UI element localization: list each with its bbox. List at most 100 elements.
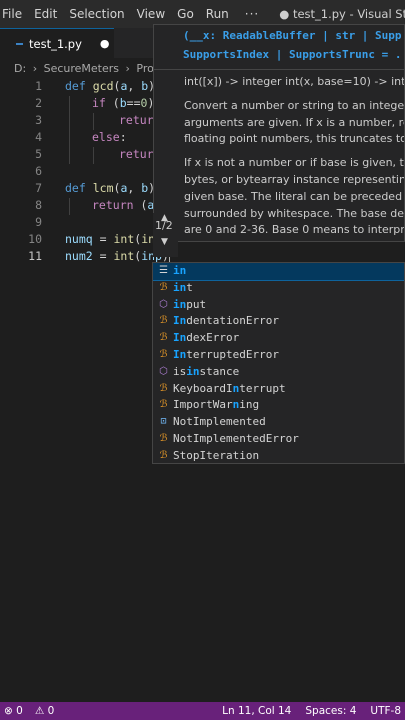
menu-view[interactable]: View [131, 7, 171, 21]
doc-line: bytes, or bytearray instance representin… [184, 172, 405, 186]
line-number: 5 [35, 147, 42, 161]
suggestion-item[interactable]: ℬ StopIteration [153, 448, 404, 463]
suggestion-item[interactable]: ⬡ isinstance [153, 364, 404, 381]
suggestion-text: put [186, 297, 207, 311]
code-token: def [65, 79, 86, 93]
line-number: 2 [35, 96, 42, 110]
suggestion-match: In [173, 331, 187, 345]
code-token: retur [119, 113, 154, 127]
code-token: retur [119, 147, 154, 161]
suggestion-match: In [173, 314, 187, 328]
suggestion-item[interactable]: ℬ InterruptedError [153, 347, 404, 364]
doc-line: surrounded by whitespace. The base defa [184, 206, 405, 220]
suggestion-text: NotImplemented [173, 431, 266, 445]
signature-overload-nav: ▲ 1/2 ▼ [153, 213, 178, 257]
indentation-setting[interactable]: Spaces: 4 [305, 705, 356, 717]
suggestion-text: ImportWar [173, 398, 233, 412]
doc-line: are 0 and 2-36. Base 0 means to interpre [184, 223, 405, 237]
class-icon: ℬ [159, 432, 168, 444]
keyword-icon: ☰ [159, 265, 168, 276]
unsaved-dot-icon[interactable]: ● [100, 37, 110, 50]
suggestion-text: ing [239, 398, 260, 412]
suggestion-item[interactable]: ℬ IndexError [153, 330, 404, 347]
code-line-7[interactable]: def lcm(a, b) [65, 180, 155, 197]
status-bar: ⊗ 0 ⚠ 0 Ln 11, Col 14 Spaces: 4 UTF-8 [0, 702, 405, 720]
line-number: 1 [35, 79, 42, 93]
suggestion-text: StopIteration [173, 448, 260, 462]
menu-selection[interactable]: Selection [63, 7, 130, 21]
line-number: 7 [35, 181, 42, 195]
suggestion-item[interactable]: ℬ IndentationError [153, 313, 404, 330]
chevron-down-icon[interactable]: ▼ [161, 237, 168, 247]
doc-line: floating point numbers, this truncates t… [184, 132, 405, 146]
suggestion-item[interactable]: ℬ NotImplementedError [153, 431, 404, 448]
function-icon: ⬡ [159, 298, 168, 310]
tab-test-1-py[interactable]: test_1.py ● [0, 28, 114, 58]
doc-line: If x is not a number or if base is given… [184, 156, 405, 170]
signature-help-popup: (__x: ReadableBuffer | str | Supp Suppor… [153, 24, 405, 242]
code-line-10[interactable]: numq = int(in [65, 231, 155, 248]
doc-line: arguments are given. If x is a number, r… [184, 115, 405, 129]
code-token: a [120, 79, 128, 93]
class-icon: ℬ [159, 332, 168, 344]
encoding-setting[interactable]: UTF-8 [370, 705, 401, 717]
doc-line: given base. The literal can be preceded … [184, 189, 405, 203]
menu-more-button[interactable]: ··· [235, 7, 269, 21]
menu-file[interactable]: File [0, 7, 28, 21]
code-token: numq [65, 232, 93, 246]
code-line-4[interactable]: else: [92, 129, 127, 146]
errors-indicator[interactable]: ⊗ 0 [4, 705, 23, 717]
signature-count: 1/2 [155, 219, 173, 232]
window-title: ● test_1.py - Visual St [279, 7, 405, 21]
menu-run[interactable]: Run [200, 7, 235, 21]
doc-summary: int([x]) -> integer int(x, base=10) -> i… [184, 75, 405, 88]
suggestion-match: in [173, 297, 187, 311]
menu-edit[interactable]: Edit [28, 7, 63, 21]
breadcrumb-folder[interactable]: SecureMeters [44, 62, 119, 75]
suggestion-match: in [173, 280, 187, 294]
signature-text: (__x: ReadableBuffer | str | Supp [183, 29, 402, 42]
code-token: lcm [92, 181, 114, 195]
line-number: 10 [28, 232, 42, 246]
code-line-3[interactable]: retur [119, 112, 154, 129]
suggestion-item[interactable]: ℬint [153, 280, 404, 297]
code-token: b [141, 79, 149, 93]
cursor-position[interactable]: Ln 11, Col 14 [222, 705, 291, 717]
line-number: 8 [35, 198, 42, 212]
indent-guide [93, 147, 94, 164]
warnings-indicator[interactable]: ⚠ 0 [35, 705, 54, 717]
code-line-1[interactable]: def gcd(a, b) [65, 78, 155, 95]
code-token: if [92, 96, 106, 110]
suggestion-text: Error [265, 431, 299, 445]
menu-go[interactable]: Go [171, 7, 200, 21]
chevron-right-icon: › [32, 62, 38, 75]
code-token: num2 [65, 249, 93, 263]
line-number: 6 [35, 164, 42, 178]
suggestion-text: dentationError [186, 314, 279, 328]
breadcrumb-drive[interactable]: D: [14, 62, 26, 75]
class-icon: ℬ [159, 449, 168, 461]
suggestion-match: In [173, 347, 187, 361]
doc-paragraph: If x is not a number or if base is given… [184, 155, 404, 239]
code-token: return [92, 198, 134, 212]
chevron-right-icon: › [125, 62, 130, 75]
suggestion-item[interactable]: ℬ KeyboardInterrupt [153, 381, 404, 398]
suggestion-item[interactable]: ☰ in [153, 263, 404, 281]
signature-doc: int([x]) -> integer int(x, base=10) -> i… [154, 70, 404, 239]
code-token: gcd [92, 79, 114, 93]
code-line-8[interactable]: return (a [92, 197, 154, 214]
code-token: b [141, 181, 149, 195]
code-line-2[interactable]: if (b==0) [92, 95, 154, 112]
class-icon: ℬ [159, 382, 168, 394]
code-token: 0 [140, 96, 148, 110]
suggestion-item[interactable]: ⊡ NotImplemented [153, 414, 404, 431]
code-token: int [113, 232, 135, 246]
suggestion-item[interactable]: ⬡ input [153, 297, 404, 314]
suggestion-item[interactable]: ℬ ImportWarning [153, 397, 404, 414]
code-token: b [119, 96, 127, 110]
line-number: 9 [35, 215, 42, 229]
class-icon: ℬ [159, 315, 168, 327]
code-line-5[interactable]: retur [119, 146, 154, 163]
line-number: 4 [35, 130, 42, 144]
doc-paragraph: Convert a number or string to an integer… [184, 98, 404, 148]
